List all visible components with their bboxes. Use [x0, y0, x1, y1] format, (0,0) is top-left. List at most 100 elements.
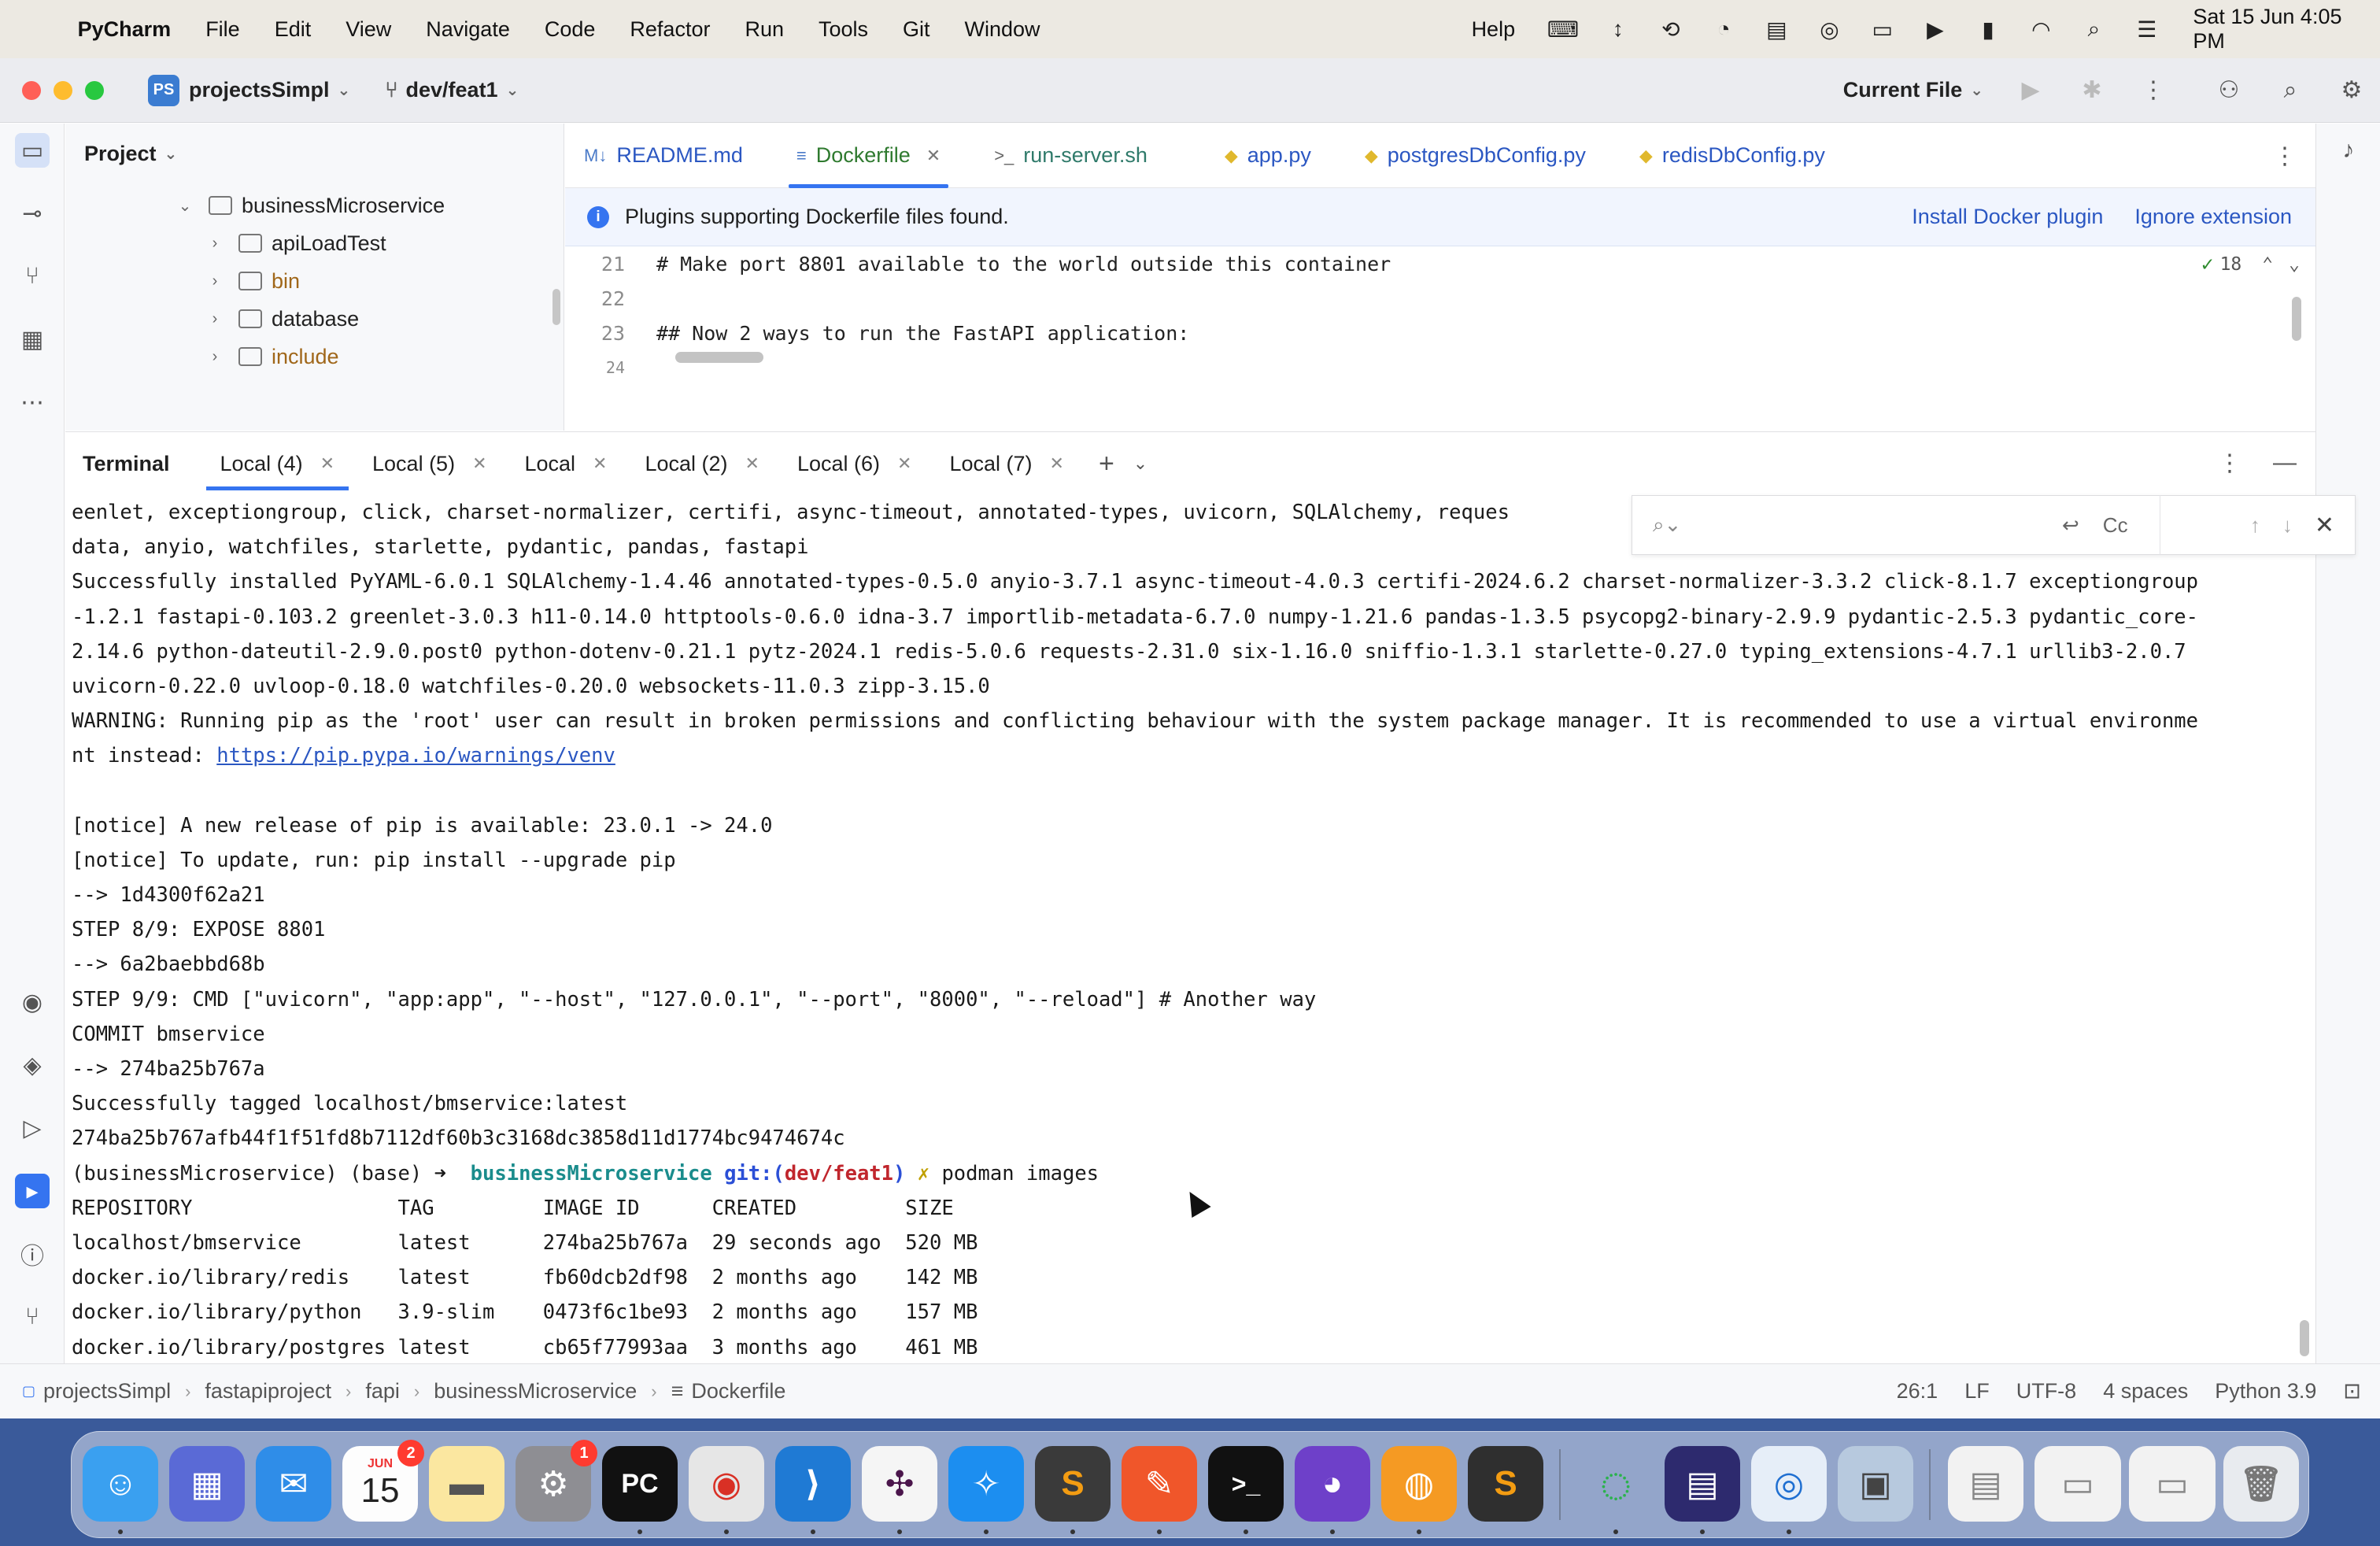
- git-icon[interactable]: ⑂: [15, 1300, 50, 1334]
- caret-position[interactable]: 26:1: [1897, 1379, 1938, 1404]
- close-tab-icon[interactable]: ✕: [745, 453, 759, 474]
- project-folder-icon[interactable]: ▭: [15, 133, 50, 168]
- zoom-window-button[interactable]: [85, 80, 104, 100]
- structure-icon[interactable]: ▦: [15, 322, 50, 357]
- indent-setting[interactable]: 4 spaces: [2103, 1379, 2188, 1404]
- branch-switcher[interactable]: ⑂ dev/feat1 ⌄: [385, 78, 519, 102]
- hide-panel-icon[interactable]: —: [2273, 449, 2297, 477]
- finder-icon[interactable]: ☺: [83, 1446, 158, 1522]
- code-editor[interactable]: 21 # Make port 8801 available to the wor…: [565, 246, 2315, 377]
- python-interpreter[interactable]: Python 3.9: [2215, 1379, 2316, 1404]
- keyboard-status-icon[interactable]: ⌨: [1547, 16, 1579, 43]
- new-terminal-plus-icon[interactable]: +: [1099, 449, 1114, 479]
- run-config-selector[interactable]: Current File ⌄: [1843, 78, 1983, 102]
- project-panel-header[interactable]: Project ⌄: [65, 124, 564, 183]
- more-tools-icon[interactable]: ⋯: [15, 385, 50, 420]
- more-actions-icon[interactable]: ⋮: [2138, 75, 2169, 106]
- pull-requests-icon[interactable]: ⑂: [15, 259, 50, 294]
- run-icon[interactable]: ▶: [2015, 75, 2046, 106]
- sublime-text-icon[interactable]: S: [1035, 1446, 1111, 1522]
- trash-icon[interactable]: 🗑: [2223, 1446, 2299, 1522]
- breadcrumb-item[interactable]: fastapiproject: [205, 1379, 331, 1404]
- lingo-icon[interactable]: ◍: [1381, 1446, 1457, 1522]
- menu-edit[interactable]: Edit: [275, 17, 312, 42]
- activity-ring-icon[interactable]: ◌: [1578, 1446, 1654, 1522]
- terminal-output[interactable]: eenlet, exceptiongroup, click, charset-n…: [65, 495, 2315, 1364]
- chevron-right-icon[interactable]: ›: [204, 310, 226, 328]
- match-case-toggle[interactable]: Cc: [2103, 513, 2128, 538]
- battery-status-icon[interactable]: ▮: [1977, 16, 2000, 43]
- project-switcher[interactable]: PS projectsSimpl ⌄: [148, 74, 350, 106]
- close-tab-icon[interactable]: ✕: [1050, 453, 1064, 474]
- airplay-status-icon[interactable]: ◎: [1818, 16, 1841, 43]
- terminal-tab-local-5[interactable]: Local (5) ✕: [358, 432, 501, 495]
- podman-desktop-icon[interactable]: ▤: [1665, 1446, 1740, 1522]
- close-find-icon[interactable]: ✕: [2315, 512, 2334, 539]
- menu-tools[interactable]: Tools: [819, 17, 868, 42]
- editor-vertical-scrollbar[interactable]: [2292, 297, 2301, 341]
- launchpad-icon[interactable]: ▦: [169, 1446, 245, 1522]
- sublime-merge-icon[interactable]: S: [1468, 1446, 1543, 1522]
- project-scrollbar[interactable]: [552, 289, 560, 325]
- menubar-clock[interactable]: Sat 15 Jun 4:05 PM: [2193, 5, 2353, 54]
- tab-redis-db-config[interactable]: ◆ redisDbConfig.py: [1622, 124, 1842, 188]
- regex-wrap-icon[interactable]: ↩: [2062, 513, 2079, 538]
- previous-match-arrow-icon[interactable]: ↑: [2250, 513, 2260, 538]
- menu-window[interactable]: Window: [965, 17, 1040, 42]
- mail-icon[interactable]: ✉: [256, 1446, 331, 1522]
- menu-code[interactable]: Code: [545, 17, 596, 42]
- tab-readme[interactable]: M↓ README.md: [565, 124, 760, 188]
- chevron-down-icon[interactable]: ⌄: [174, 196, 196, 216]
- sync-status-icon[interactable]: ⟲: [1659, 16, 1682, 43]
- close-tab-icon[interactable]: ✕: [320, 453, 334, 474]
- tab-dockerfile[interactable]: ≡ Dockerfile ✕: [779, 124, 958, 188]
- wifi-status-icon[interactable]: ◠: [2030, 16, 2053, 43]
- menu-help[interactable]: Help: [1472, 17, 1516, 42]
- file-encoding[interactable]: UTF-8: [2016, 1379, 2077, 1404]
- ignore-extension-link[interactable]: Ignore extension: [2134, 205, 2292, 229]
- next-match-arrow-icon[interactable]: ↓: [2282, 513, 2293, 538]
- editor-horizontal-scrollbar[interactable]: [675, 352, 763, 363]
- close-tab-icon[interactable]: ✕: [593, 453, 607, 474]
- commit-icon[interactable]: ⊸: [15, 196, 50, 231]
- chevron-right-icon[interactable]: ›: [204, 235, 226, 253]
- tree-item-apiloadtest[interactable]: › apiLoadTest: [65, 224, 564, 262]
- menu-app-name[interactable]: PyCharm: [78, 17, 172, 42]
- postman-icon[interactable]: ✎: [1122, 1446, 1197, 1522]
- terminal-scrollbar[interactable]: [2300, 1320, 2309, 1356]
- play-status-icon[interactable]: ▶: [1924, 16, 1946, 43]
- chrome-icon[interactable]: ◉: [689, 1446, 764, 1522]
- terminal-options-icon[interactable]: ⋮: [2218, 449, 2241, 477]
- spotlight-search-icon[interactable]: ⌕: [2082, 16, 2105, 43]
- search-everywhere-icon[interactable]: ⌕: [2275, 75, 2306, 106]
- problems-icon[interactable]: ⓘ: [15, 1237, 50, 1271]
- chevron-up-icon[interactable]: ⌃: [2262, 254, 2273, 275]
- add-user-icon[interactable]: ⚇: [2213, 75, 2245, 106]
- notes-icon[interactable]: ▬: [429, 1446, 504, 1522]
- control-center-icon[interactable]: ☰: [2135, 16, 2158, 43]
- terminal-icon[interactable]: ▸: [15, 1174, 50, 1208]
- tab-postgres-db-config[interactable]: ◆ postgresDbConfig.py: [1347, 124, 1603, 188]
- debug-icon[interactable]: ✱: [2076, 75, 2108, 106]
- github-desktop-icon[interactable]: ◕: [1295, 1446, 1370, 1522]
- preview-icon[interactable]: ▣: [1838, 1446, 1913, 1522]
- close-tab-icon[interactable]: ✕: [926, 146, 941, 166]
- inspection-widget[interactable]: ✓ 18 ⌃ ⌄: [2201, 253, 2300, 276]
- menu-navigate[interactable]: Navigate: [426, 17, 510, 42]
- lock-icon[interactable]: ⊡: [2343, 1379, 2361, 1404]
- close-window-button[interactable]: [22, 80, 41, 100]
- vscode-icon[interactable]: ⟩: [775, 1446, 851, 1522]
- calendar-icon[interactable]: JUN 15 2: [342, 1440, 424, 1522]
- resize-status-icon[interactable]: ↕: [1606, 16, 1629, 43]
- docker-status-icon[interactable]: ▤: [1765, 16, 1788, 43]
- document-stack-icon[interactable]: ▤: [1948, 1446, 2023, 1522]
- terminal-app-icon[interactable]: >_: [1208, 1446, 1284, 1522]
- breadcrumb-item[interactable]: Dockerfile: [691, 1379, 785, 1404]
- menu-file[interactable]: File: [205, 17, 240, 42]
- screenshot-window-icon[interactable]: ▭: [2034, 1446, 2121, 1522]
- menu-run[interactable]: Run: [745, 17, 784, 42]
- layers-icon[interactable]: ◈: [15, 1048, 50, 1082]
- chevron-right-icon[interactable]: ›: [204, 348, 226, 366]
- menu-view[interactable]: View: [346, 17, 391, 42]
- breadcrumb-item[interactable]: fapi: [365, 1379, 400, 1404]
